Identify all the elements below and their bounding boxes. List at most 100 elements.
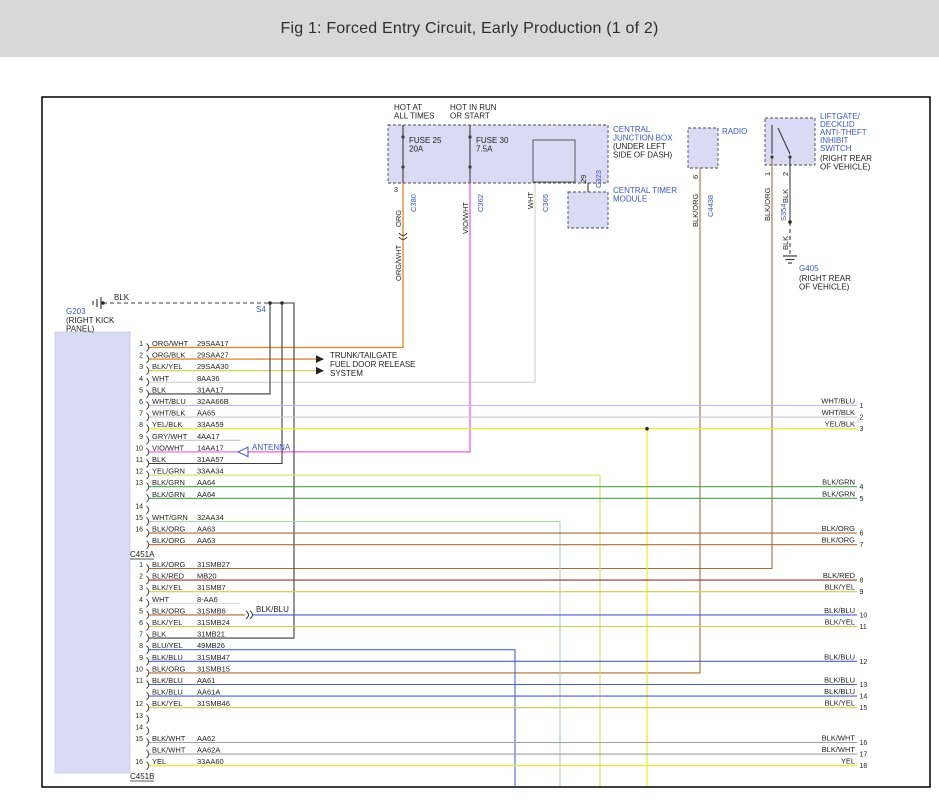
junction-dot: [268, 301, 272, 305]
edge-wire-number: 12: [860, 659, 868, 666]
pin-circuit-number: AA62A: [197, 746, 220, 755]
wiring-diagram-canvas: HOT ATALL TIMESHOT IN RUNOR STARTFUSE 25…: [0, 57, 939, 802]
pin-circuit-number: 29SAA30: [197, 362, 229, 371]
radio-box: [688, 128, 718, 168]
pin-number: 6: [139, 620, 143, 627]
edge-wire-number: 5: [860, 496, 864, 503]
fuse-30-bottom-contact: [468, 165, 471, 168]
pin-circuit-number: 8-AA6: [197, 595, 218, 604]
pin-circuit-number: AA64: [197, 478, 215, 487]
fuse-25-bottom-contact: [401, 165, 404, 168]
figure-title: Fig 1: Forced Entry Circuit, Early Produ…: [280, 20, 658, 38]
pin-number: 11: [136, 457, 143, 464]
pin-wire-color: BLK/ORG: [152, 536, 186, 545]
pin-circuit-number: AA63: [197, 536, 215, 545]
edge-wire-label: BLK/YEL: [825, 583, 855, 592]
pin-circuit-number: AA61A: [197, 688, 220, 697]
switch-contact: [770, 155, 773, 158]
hot-in-run-label: OR START: [450, 111, 490, 120]
trunk-release-label: SYSTEM: [330, 369, 363, 378]
pin-circuit-number: 32AA66B: [197, 397, 229, 406]
edge-wire-number: 6: [860, 531, 864, 538]
fuse-30-top-contact: [468, 135, 471, 138]
vertical-wire-label: ORG/WHT: [394, 244, 403, 281]
pin-wire-color: VIO/WHT: [152, 443, 184, 452]
pin-number: 9: [139, 434, 143, 441]
pin-wire-color: WHT/BLU: [152, 397, 186, 406]
pin-number: 14: [135, 724, 143, 731]
ctm-label: MODULE: [613, 194, 647, 203]
pin-wire-color: BLK/GRN: [152, 478, 185, 487]
vertical-wire-label: ORG: [394, 210, 403, 227]
pin-circuit-number: 32AA34: [197, 513, 224, 522]
central-timer-module-box: [568, 192, 608, 228]
junction-dot: [280, 301, 284, 305]
fuse-25-label: 20A: [409, 144, 424, 153]
connector-block: [55, 332, 130, 773]
pin-number: 10: [135, 445, 143, 452]
edge-wire-number: 14: [860, 694, 868, 701]
junction-dot: [645, 427, 649, 431]
splice-wire-label: BLK/BLU: [256, 605, 289, 614]
fuse-25-top-contact: [401, 135, 404, 138]
pin-wire-color: BLK: [152, 385, 166, 394]
cjb-internal-box: [533, 140, 575, 182]
pin-wire-color: ORG/BLK: [152, 351, 185, 360]
page: { "header": { "title": "Fig 1: Forced En…: [0, 0, 939, 802]
edge-wire-number: 15: [860, 705, 868, 712]
liftgate-switch-location-label: OF VEHICLE): [820, 162, 871, 171]
edge-wire-label: BLK/WHT: [822, 745, 856, 754]
pin-number: 2: [139, 353, 143, 360]
edge-wire-number: 18: [860, 763, 868, 770]
pin-number: 4: [139, 597, 143, 604]
edge-wire-label: WHT/BLU: [821, 397, 855, 406]
edge-wire-number: 17: [860, 752, 868, 759]
pin-wire-color: BLK: [152, 630, 166, 639]
g203-location-label: PANEL): [66, 324, 95, 333]
pin-wire-color: ORG/WHT: [152, 339, 189, 348]
pin-circuit-number: 31AA17: [197, 385, 224, 394]
connector-c451a-label: C451A: [130, 550, 155, 559]
edge-wire-label: BLK/BLU: [824, 676, 855, 685]
pin-circuit-number: AA62: [197, 734, 215, 743]
edge-wire-number: 1: [860, 403, 864, 410]
pin-number: 4: [139, 376, 143, 383]
pin-wire-color: BLK/GRN: [152, 490, 185, 499]
pin-circuit-number: 14AA17: [197, 443, 224, 452]
pin-number: 5: [139, 387, 143, 394]
pin-circuit-number: 31SMB15: [197, 664, 230, 673]
pin-wire-color: BLK/BLU: [152, 688, 183, 697]
edge-wire-number: 9: [860, 589, 864, 596]
edge-wire-label: WHT/BLK: [822, 408, 855, 417]
g203-wire-label: BLK: [114, 293, 130, 302]
pin-wire-color: BLU/YEL: [152, 641, 183, 650]
pin-circuit-number: 31AA57: [197, 455, 224, 464]
pin-number: 5: [139, 608, 143, 615]
edge-wire-label: BLK/YEL: [825, 618, 855, 627]
pin-number: 15: [135, 515, 143, 522]
edge-wire-number: 2: [860, 415, 864, 422]
pin-circuit-number: 33AA59: [197, 420, 224, 429]
vertical-wire-label: BLK/ORG: [763, 187, 772, 221]
pin-circuit-number: 29SAA17: [197, 339, 229, 348]
edge-wire-number: 11: [860, 624, 867, 631]
pin-number: 9: [139, 655, 143, 662]
vertical-wire-label: C362: [476, 194, 485, 212]
pin-circuit-number: 31MB21: [197, 630, 225, 639]
pin-number: 8: [139, 422, 143, 429]
pin-wire-color: BLK/YEL: [152, 699, 182, 708]
pin-number: 8: [139, 643, 143, 650]
cjb-label: JUNCTION BOX: [613, 133, 673, 142]
edge-wire-number: 10: [860, 612, 868, 619]
g405-location-label: OF VEHICLE): [799, 282, 850, 291]
pin-circuit-number: 33AA34: [197, 467, 224, 476]
g203-label: G203: [66, 307, 86, 316]
edge-wire-number: 4: [860, 484, 864, 491]
c380-pin-label: 3: [394, 187, 398, 194]
pin-circuit-number: 31SMB47: [197, 653, 230, 662]
pin-number: 15: [135, 736, 143, 743]
pin-wire-color: BLK/BLU: [152, 676, 183, 685]
pin-wire-color: BLK/ORG: [152, 560, 186, 569]
switch-contact: [788, 155, 791, 158]
pin-wire-color: YEL/BLK: [152, 420, 182, 429]
